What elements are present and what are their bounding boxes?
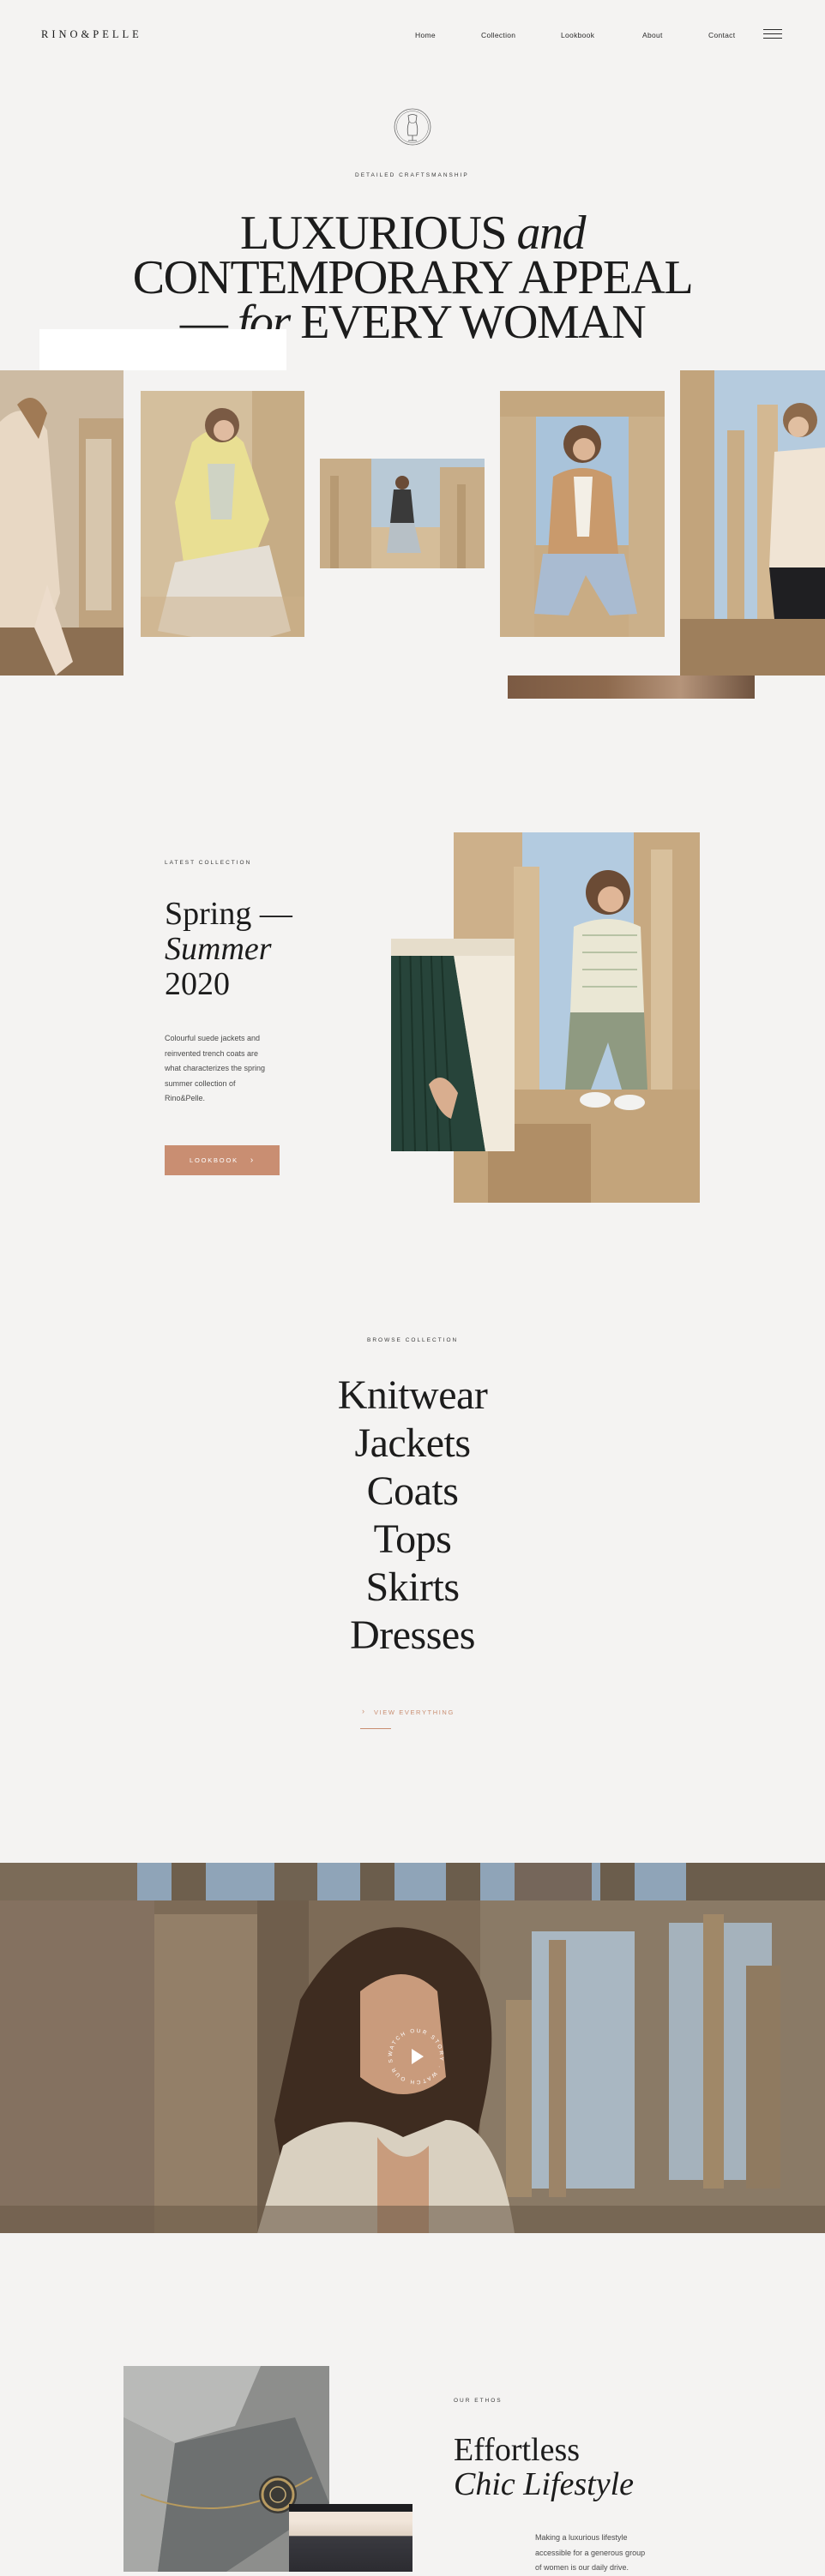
play-icon — [412, 2049, 424, 2064]
lookbook-button[interactable]: LOOKBOOK › — [165, 1145, 280, 1175]
latest-photo-detail — [391, 939, 515, 1151]
browse-eyebrow: BROWSE COLLECTION — [367, 1337, 459, 1343]
hamburger-icon[interactable] — [763, 29, 782, 39]
view-everything-link[interactable]: VIEW EVERYTHING — [374, 1708, 455, 1716]
category-skirts[interactable]: Skirts — [0, 1564, 825, 1612]
hero-photo-bottom-strip — [508, 676, 755, 699]
chevron-right-icon: › — [250, 1156, 256, 1165]
hero-white-panel — [39, 329, 286, 370]
ethos-eyebrow: OUR ETHOS — [454, 2398, 503, 2404]
latest-title-line-1: Spring — — [165, 896, 292, 932]
category-dresses[interactable]: Dresses — [0, 1612, 825, 1660]
nav-contact[interactable]: Contact — [708, 31, 735, 39]
hero-headline-line-1: LUXURIOUS and — [239, 207, 587, 260]
chevron-right-icon: › — [362, 1707, 364, 1715]
nav-about[interactable]: About — [642, 31, 663, 39]
ethos-title-line-2: Chic Lifestyle — [454, 2466, 635, 2502]
ethos-photo-small — [289, 2520, 412, 2572]
nav-collection[interactable]: Collection — [481, 31, 515, 39]
category-jackets[interactable]: Jackets — [0, 1420, 825, 1468]
ethos-photo-highlight — [289, 2512, 412, 2520]
play-video-button[interactable]: WATCH OUR STORY · WATCH OUR STORY · — [382, 2023, 449, 2090]
hero-photo-small-wide — [320, 459, 485, 568]
category-tops[interactable]: Tops — [0, 1516, 825, 1564]
hero-photo-yellow-jacket — [141, 391, 304, 637]
category-coats[interactable]: Coats — [0, 1468, 825, 1516]
ethos-photo-strip — [289, 2504, 412, 2512]
view-everything-underline — [360, 1728, 391, 1729]
latest-eyebrow: LATEST COLLECTION — [165, 860, 252, 866]
hero-eyebrow: DETAILED CRAFTSMANSHIP — [355, 172, 469, 178]
ethos-title-line-1: Effortless — [454, 2432, 581, 2468]
latest-title-line-3: 2020 — [165, 966, 230, 1002]
hero-photo-tan-jacket — [500, 391, 665, 637]
hero-photo-right-edge — [680, 370, 825, 676]
nav-home[interactable]: Home — [415, 31, 436, 39]
dress-form-emblem-icon — [394, 108, 431, 146]
ethos-description: Making a luxurious lifestyle accessible … — [535, 2533, 646, 2572]
hero-photo-left-edge — [0, 370, 123, 676]
category-knitwear[interactable]: Knitwear — [0, 1372, 825, 1420]
hero-headline-line-2: CONTEMPORARY APPEAL — [132, 251, 694, 304]
nav-lookbook[interactable]: Lookbook — [561, 31, 594, 39]
brand-logo[interactable]: RINO&PELLE — [41, 28, 142, 41]
latest-description: Colourful suede jackets and reinvented t… — [165, 1034, 266, 1102]
lookbook-button-label: LOOKBOOK — [189, 1156, 238, 1164]
latest-title-line-2: Summer — [165, 931, 272, 967]
